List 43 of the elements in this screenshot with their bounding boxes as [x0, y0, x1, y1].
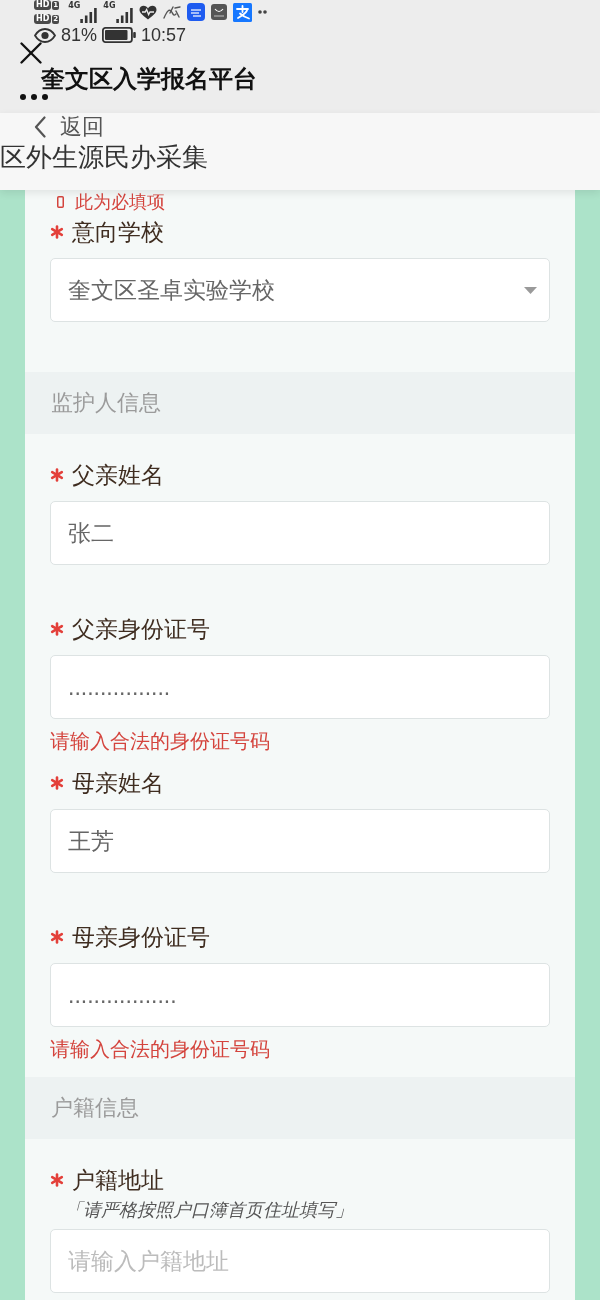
section-header: 户籍信息 [25, 1077, 575, 1139]
network-label: 4G [68, 1, 81, 10]
back-chevron-icon [34, 116, 46, 138]
field-label: 父亲身份证号 [72, 615, 210, 644]
battery-percent: 81% [61, 24, 98, 46]
field-label: 母亲身份证号 [72, 923, 210, 952]
close-button[interactable] [20, 42, 42, 64]
input-field[interactable]: ................. [50, 963, 550, 1027]
input-field[interactable]: 王芳 [50, 809, 550, 873]
field-label: 父亲姓名 [72, 461, 164, 490]
caret-icon [524, 286, 537, 294]
glyph-box-icon [57, 196, 64, 208]
more-button[interactable] [20, 94, 48, 100]
app-icon [210, 4, 227, 20]
field-label: 意向学校 [72, 218, 164, 247]
error-message: 请输入合法的身份证号码 [50, 729, 271, 753]
field-label: 户籍地址 [72, 1166, 164, 1195]
more-icon [20, 94, 48, 100]
hd-badge: HD [34, 14, 52, 24]
error-message: 此为必填项 [75, 190, 165, 214]
hd-badge: HD [34, 0, 52, 10]
app-icon [232, 2, 252, 22]
clock-time: 10:57 [141, 24, 187, 46]
heart-rate-icon [138, 4, 157, 20]
input-field[interactable]: 张二 [50, 501, 550, 565]
field-hint: 「请严格按照户口簿首页住址填写」 [65, 1198, 353, 1222]
input-field[interactable]: ................ [50, 655, 550, 719]
calligraphy-icon [162, 4, 181, 20]
close-icon [20, 42, 42, 64]
network-label: 4G [103, 1, 116, 10]
eye-icon [34, 27, 56, 43]
dots-icon [257, 10, 267, 14]
school-select[interactable]: 奎文区圣卓实验学校 [50, 258, 550, 322]
page-title: 区外生源民办采集 [0, 141, 209, 173]
section-header: 监护人信息 [25, 372, 575, 434]
signal-icon [80, 8, 98, 23]
field-label: 母亲姓名 [72, 769, 164, 798]
signal-icon [115, 8, 133, 23]
battery-icon [102, 27, 137, 43]
app-title: 奎文区入学报名平台 [41, 64, 258, 94]
back-button[interactable]: 返回 [34, 113, 104, 141]
error-message: 请输入合法的身份证号码 [50, 1037, 271, 1061]
app-icon [186, 3, 205, 21]
